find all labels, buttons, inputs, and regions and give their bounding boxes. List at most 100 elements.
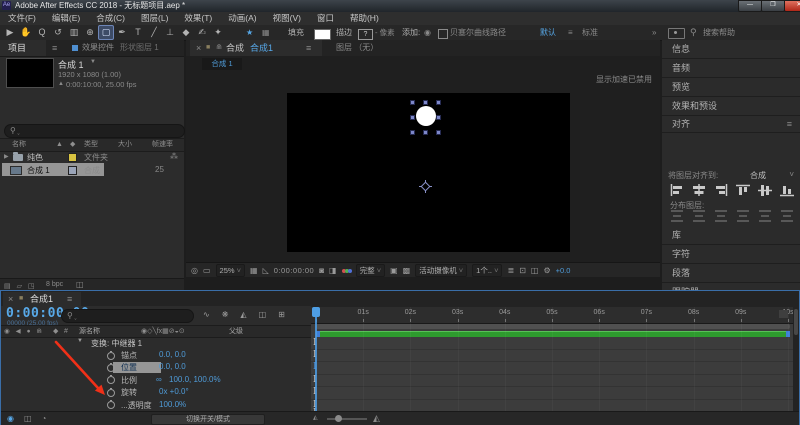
rotate-tool[interactable]: ↺: [50, 25, 66, 40]
interpret-footage-icon[interactable]: ▤: [4, 283, 11, 290]
property-row-1[interactable]: 锚点 0.0, 0.0: [1, 349, 311, 361]
brush-tool[interactable]: ╱: [146, 25, 162, 40]
new-folder-icon[interactable]: ▱: [17, 283, 22, 290]
property-value[interactable]: 0.0, 0.0: [159, 362, 186, 371]
region-of-interest-icon[interactable]: ▣: [390, 266, 398, 275]
flowchart-button-icon[interactable]: ⚙: [543, 266, 550, 275]
property-row-2[interactable]: 位置 0.0, 0.0: [1, 361, 311, 373]
anchor-point-icon[interactable]: [419, 180, 432, 193]
timeline-scrollbar-thumb[interactable]: [794, 309, 798, 335]
workspace-menu-icon[interactable]: ≡: [568, 25, 573, 40]
label-swatch[interactable]: [68, 166, 77, 175]
resolution-dropdown[interactable]: 完整: [355, 263, 386, 277]
graph-editor-icon[interactable]: ⊞: [278, 310, 285, 319]
stroke-width-value[interactable]: - 像素: [375, 25, 395, 40]
property-label[interactable]: 位置: [121, 362, 137, 373]
distribute-top-icon[interactable]: [670, 210, 684, 224]
align-bottom-icon[interactable]: [780, 184, 794, 199]
sidebar-panel-paragraph[interactable]: 段落: [662, 264, 800, 283]
link-icon[interactable]: ∞: [156, 375, 162, 384]
timeline-zoom-slider[interactable]: [327, 418, 367, 420]
menu-item-3[interactable]: 合成(C): [88, 12, 133, 25]
comp-mini-flow-toggle-icon[interactable]: ◉: [7, 412, 14, 425]
minimize-button[interactable]: —: [738, 0, 762, 12]
sidebar-panel-info[interactable]: 信息: [662, 40, 800, 59]
channel-color-icon[interactable]: [341, 265, 352, 275]
align-vertical-center-icon[interactable]: [758, 184, 772, 199]
tab-effect-controls[interactable]: 效果控件: [82, 40, 114, 56]
stopwatch-icon[interactable]: [107, 387, 115, 397]
project-panel-menu-icon[interactable]: ≡: [52, 40, 57, 56]
tab-project[interactable]: 项目: [0, 40, 46, 56]
stopwatch-icon[interactable]: [107, 400, 115, 410]
align-top-icon[interactable]: [736, 184, 750, 199]
stroke-color-swatch[interactable]: ?: [358, 28, 373, 40]
menu-item-6[interactable]: 动画(A): [220, 12, 264, 25]
align-horizontal-center-icon[interactable]: [692, 184, 706, 199]
stopwatch-icon[interactable]: [107, 362, 115, 372]
mask-visibility-icon[interactable]: ◺: [263, 266, 269, 275]
grid-guides-icon[interactable]: ▦: [250, 266, 258, 275]
timeline-track-area[interactable]: 0s01s02s03s04s05s06s07s08s09s10s IIIIIII: [311, 291, 799, 413]
selection-handle[interactable]: [410, 100, 415, 105]
search-icon[interactable]: ⚲: [690, 25, 697, 40]
zoom-in-mountain-icon[interactable]: ◭: [373, 413, 380, 424]
menu-item-7[interactable]: 视图(V): [265, 12, 309, 25]
selection-tool[interactable]: ▶: [2, 25, 18, 40]
main-viewer-icon[interactable]: ▭: [203, 266, 211, 275]
selection-handle[interactable]: [436, 100, 441, 105]
comp-name-caret-icon[interactable]: ▼: [90, 59, 96, 65]
selection-handle[interactable]: [410, 115, 415, 120]
roto-brush-tool[interactable]: ✍: [194, 25, 210, 40]
work-area-bar[interactable]: [316, 324, 790, 329]
eraser-tool[interactable]: ◆: [178, 25, 194, 40]
selection-handle[interactable]: [436, 115, 441, 120]
property-value[interactable]: 0.0, 0.0: [159, 350, 186, 359]
comp-panel-menu-icon[interactable]: ≡: [306, 40, 311, 56]
menu-item-4[interactable]: 图层(L): [133, 12, 176, 25]
layer-in-handle[interactable]: [316, 331, 320, 337]
zoom-out-mountain-icon[interactable]: ◭: [313, 414, 318, 421]
comp-mini-flowchart-icon[interactable]: ∿: [203, 310, 210, 319]
align-right-icon[interactable]: [714, 184, 728, 199]
always-preview-icon[interactable]: ◎: [191, 266, 198, 275]
row-expander-icon[interactable]: ▶: [4, 153, 9, 160]
fill-color-swatch[interactable]: [314, 28, 331, 40]
comp-viewer[interactable]: 合成 1 显示加速已禁用: [186, 56, 660, 262]
workspace-default-tab[interactable]: 默认: [540, 25, 556, 40]
pen-tool[interactable]: ✒: [114, 25, 130, 40]
frame-blending-toggle-icon[interactable]: ◫: [24, 412, 32, 425]
toggle-switches-button[interactable]: 切换开关/模式: [151, 414, 265, 425]
active-camera-dropdown[interactable]: 活动摄像机: [415, 263, 468, 277]
timeline-button-icon[interactable]: ◫: [531, 266, 539, 275]
show-snapshot-icon[interactable]: ◨: [329, 266, 337, 275]
selection-handle[interactable]: [436, 130, 441, 135]
text-tool[interactable]: T: [130, 25, 146, 40]
menu-item-9[interactable]: 帮助(H): [342, 12, 387, 25]
property-row-5[interactable]: ...透明度 100.0%: [1, 399, 311, 411]
label-swatch[interactable]: [68, 153, 77, 162]
workspace-overflow-icon[interactable]: »: [652, 25, 656, 40]
menu-item-2[interactable]: 编辑(E): [44, 12, 88, 25]
align-to-caret-icon[interactable]: ˅: [789, 170, 794, 179]
fill-label[interactable]: 填充: [288, 25, 304, 40]
puppet-pin-tool[interactable]: ✦: [210, 25, 226, 40]
exposure-control[interactable]: +0.0: [556, 266, 571, 275]
playhead-line[interactable]: [315, 307, 317, 413]
project-search-input[interactable]: ⚲ ˬ: [4, 124, 185, 138]
search-help-field[interactable]: 搜索帮助: [703, 25, 735, 40]
rectangle-tool[interactable]: ▢: [98, 25, 114, 40]
view-layout-dropdown[interactable]: 1个..: [472, 263, 503, 277]
camera-tool[interactable]: ▥: [66, 25, 82, 40]
new-comp-icon[interactable]: ◳: [28, 283, 35, 290]
distribute-vertical-center-icon[interactable]: [692, 210, 706, 224]
draft-3d-icon[interactable]: ◭: [240, 310, 246, 319]
property-label[interactable]: 比例: [121, 375, 137, 386]
tab-close-icon[interactable]: ×: [196, 40, 201, 56]
close-button[interactable]: ✕: [784, 0, 800, 12]
property-label[interactable]: 旋转: [121, 387, 137, 398]
sidebar-panel-audio[interactable]: 音频: [662, 59, 800, 78]
property-row-4[interactable]: 旋转 0x +0.0°: [1, 386, 311, 398]
group-expander-icon[interactable]: ▼: [77, 338, 83, 344]
property-value[interactable]: 0x +0.0°: [159, 387, 189, 396]
